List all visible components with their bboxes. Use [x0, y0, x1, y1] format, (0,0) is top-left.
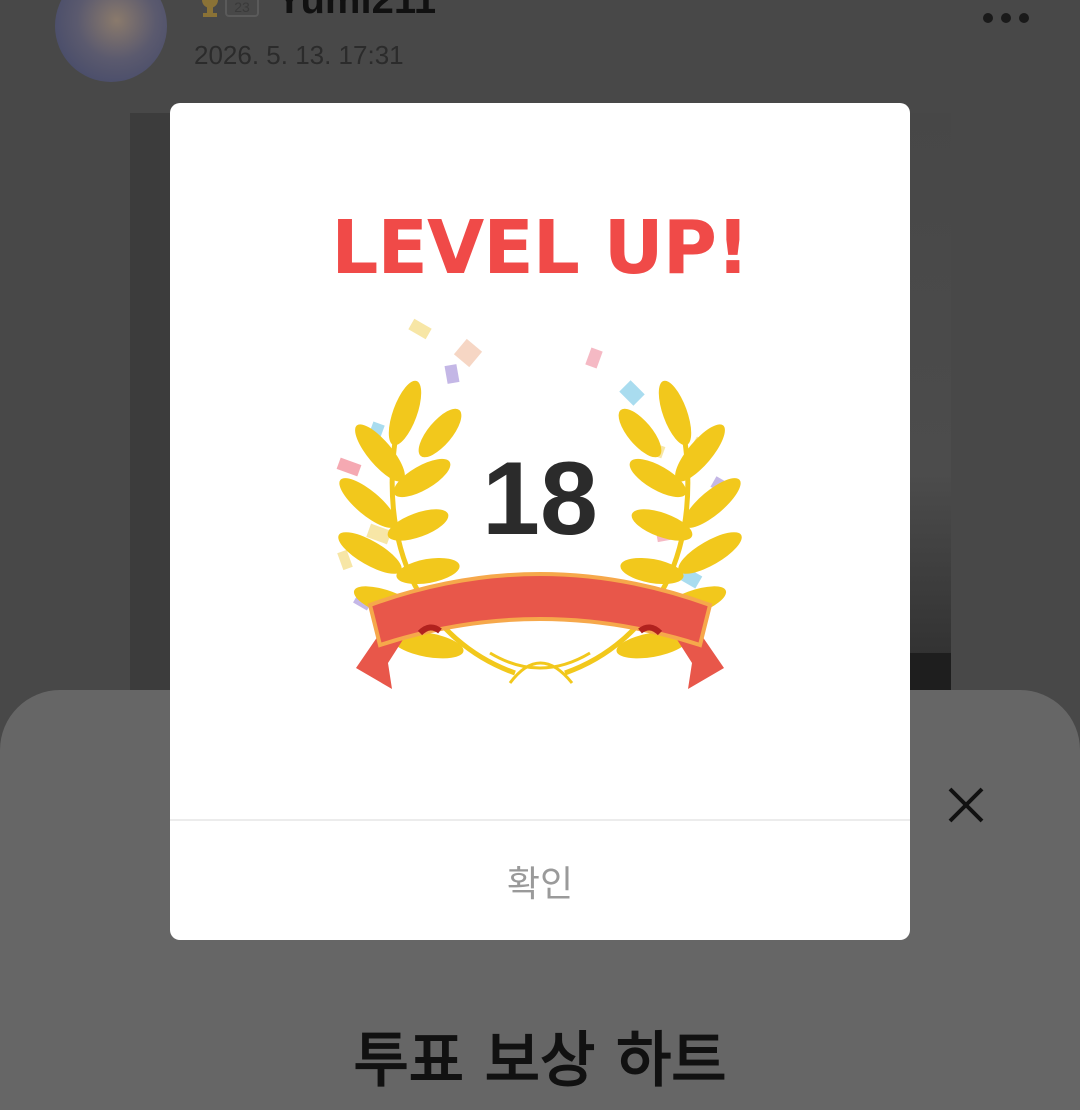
level-number: 18: [482, 441, 598, 557]
badge-level: 23: [234, 0, 250, 15]
more-dots-icon[interactable]: [976, 6, 1036, 30]
confirm-button[interactable]: 확인: [170, 821, 910, 940]
level-up-dialog: LEVEL UP! 18 확인: [170, 103, 910, 940]
trophy-badge-icon: 23: [202, 0, 259, 17]
ribbon-banner: [356, 572, 724, 689]
sheet-title: 투표 보상 하트: [353, 1026, 727, 1096]
username[interactable]: Yumi211: [276, 0, 436, 23]
level-up-heading: LEVEL UP!: [331, 205, 750, 291]
close-icon[interactable]: [944, 783, 988, 827]
post-timestamp: 2026. 5. 13. 17:31: [194, 40, 404, 70]
avatar[interactable]: [55, 0, 167, 82]
